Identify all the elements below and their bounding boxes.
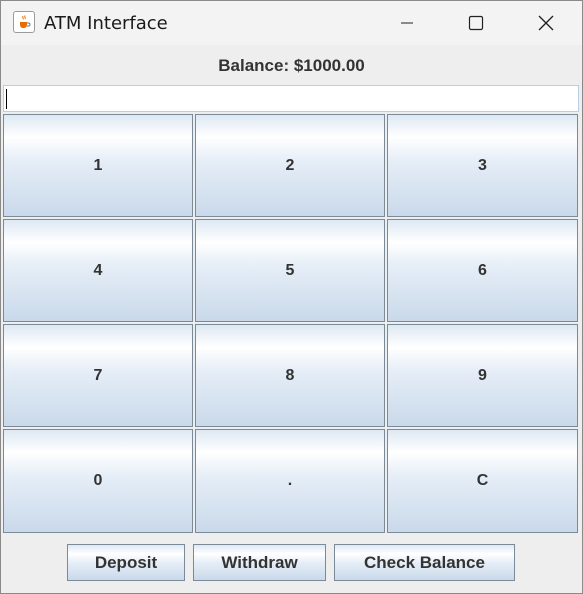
key-2[interactable]: 2 — [195, 114, 385, 217]
deposit-button[interactable]: Deposit — [67, 544, 185, 581]
minimize-icon — [401, 22, 413, 24]
close-icon — [538, 15, 554, 31]
keypad: 1 2 3 4 5 6 7 8 9 0 . C — [3, 114, 580, 534]
java-cup-icon — [13, 11, 35, 33]
balance-label: Balance: $1000.00 — [218, 56, 365, 75]
withdraw-button[interactable]: Withdraw — [193, 544, 326, 581]
key-decimal[interactable]: . — [195, 429, 385, 533]
key-clear[interactable]: C — [387, 429, 578, 533]
minimize-button[interactable] — [372, 1, 442, 45]
maximize-icon — [468, 15, 484, 31]
key-4[interactable]: 4 — [3, 219, 193, 322]
maximize-button[interactable] — [441, 1, 511, 45]
atm-window: ATM Interface Balance: $1000.00 1 2 3 4 … — [0, 0, 583, 594]
key-1[interactable]: 1 — [3, 114, 193, 217]
key-7[interactable]: 7 — [3, 324, 193, 427]
title-bar[interactable]: ATM Interface — [1, 1, 582, 45]
amount-input[interactable] — [3, 85, 579, 112]
key-0[interactable]: 0 — [3, 429, 193, 533]
key-9[interactable]: 9 — [387, 324, 578, 427]
text-caret — [6, 89, 7, 109]
key-3[interactable]: 3 — [387, 114, 578, 217]
key-6[interactable]: 6 — [387, 219, 578, 322]
check-balance-button[interactable]: Check Balance — [334, 544, 515, 581]
window-title: ATM Interface — [44, 13, 168, 34]
close-button[interactable] — [511, 1, 581, 45]
key-8[interactable]: 8 — [195, 324, 385, 427]
key-5[interactable]: 5 — [195, 219, 385, 322]
